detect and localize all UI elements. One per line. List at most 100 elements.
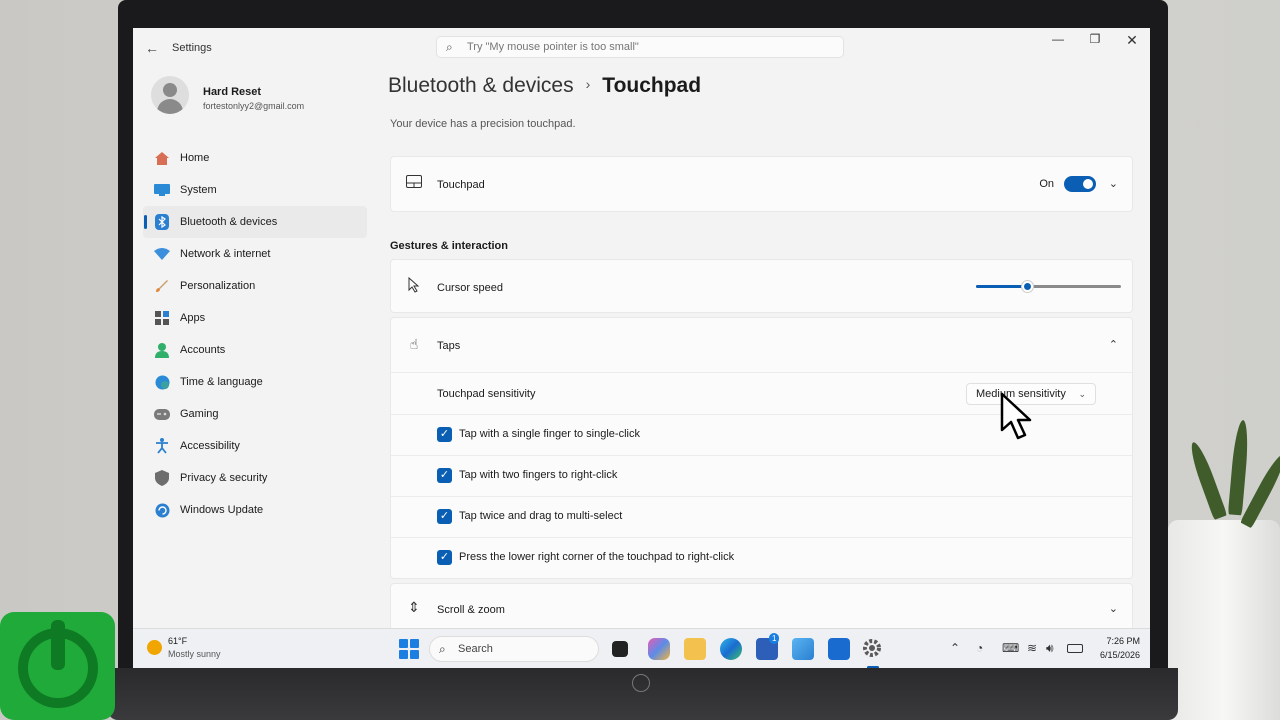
teams-badge: 1 (769, 633, 780, 644)
globe-icon (153, 374, 171, 390)
slider-fill (976, 285, 1027, 288)
settings-search-input[interactable]: ⌕ Try "My mouse pointer is too small" (436, 36, 844, 58)
taps-card: ☝ Taps ⌃ Touchpad sensitivity Medium sen… (390, 317, 1133, 579)
update-icon (153, 502, 171, 518)
sidebar-item-personalization[interactable]: Personalization (143, 270, 367, 302)
sidebar-item-bluetooth-devices[interactable]: Bluetooth & devices (143, 206, 367, 238)
network-tray-icon[interactable]: ◔ (976, 641, 983, 655)
tap-single-finger-checkbox[interactable]: ✓ (437, 427, 452, 442)
scroll-zoom-label: Scroll & zoom (437, 604, 505, 616)
battery-tray-icon[interactable] (1067, 644, 1083, 653)
cursor-speed-slider[interactable] (976, 280, 1121, 293)
lower-right-corner-checkbox[interactable]: ✓ (437, 550, 452, 565)
taskbar: 61°F Mostly sunny ⌕ Search 1 ⌃ ◔ ⌨ ≋ 🔊︎ … (133, 628, 1150, 668)
sidebar-item-label: Network & internet (180, 248, 271, 260)
wifi-tray-icon[interactable]: ≋ (1027, 641, 1037, 655)
breadcrumb-separator: › (585, 76, 591, 92)
edge-browser-icon[interactable] (720, 638, 742, 660)
sidebar-item-label: Windows Update (180, 504, 264, 516)
sidebar-item-label: Bluetooth & devices (180, 216, 278, 228)
touchpad-sensitivity-label: Touchpad sensitivity (437, 388, 536, 400)
page-subtitle: Your device has a precision touchpad. (390, 118, 576, 130)
app-title: Settings (172, 42, 212, 54)
back-arrow-icon[interactable]: ← (145, 40, 159, 56)
restore-icon[interactable]: ❐ (1080, 32, 1110, 46)
plant-pot (1168, 520, 1280, 720)
search-icon: ⌕ (446, 40, 453, 54)
slider-thumb[interactable] (1020, 280, 1034, 293)
volume-tray-icon[interactable]: 🔊︎ (1046, 641, 1054, 656)
chevron-down-icon[interactable]: ⌄ (1109, 602, 1118, 615)
close-icon[interactable]: ✕ (1117, 32, 1147, 49)
weather-description[interactable]: Mostly sunny (168, 649, 221, 659)
sidebar-item-time-language[interactable]: Time & language (143, 366, 367, 398)
chevron-down-icon[interactable]: ⌄ (1109, 177, 1118, 190)
avatar[interactable] (151, 76, 189, 114)
sidebar-nav: Home System Bluetooth & devices Network … (143, 142, 367, 526)
sidebar-item-apps[interactable]: Apps (143, 302, 367, 334)
home-icon (153, 150, 171, 166)
shield-icon (153, 470, 171, 486)
brush-icon (153, 278, 171, 294)
tap-gesture-icon: ☝ (409, 336, 419, 352)
chevron-up-icon[interactable]: ⌃ (1109, 338, 1118, 351)
taskbar-search[interactable]: ⌕ Search (429, 636, 599, 662)
sidebar-item-home[interactable]: Home (143, 142, 367, 174)
power-logo (0, 612, 115, 720)
tap-twice-drag-checkbox[interactable]: ✓ (437, 509, 452, 524)
search-icon: ⌕ (439, 642, 446, 656)
clock-time[interactable]: 7:26 PM (1090, 636, 1140, 646)
sidebar-item-privacy-security[interactable]: Privacy & security (143, 462, 367, 494)
settings-gear-icon[interactable] (862, 638, 884, 660)
copilot-icon[interactable] (648, 638, 670, 660)
accessibility-icon (153, 438, 171, 454)
scroll-icon: ⇕ (408, 599, 420, 615)
wifi-icon (153, 246, 171, 262)
touchpad-toggle[interactable] (1064, 176, 1096, 192)
file-explorer-icon[interactable] (684, 638, 706, 660)
start-windows-icon[interactable] (399, 639, 419, 659)
tap-single-finger-label: Tap with a single finger to single-click (459, 428, 640, 440)
outlook-icon[interactable] (828, 638, 850, 660)
keyboard-tray-icon[interactable]: ⌨ (1002, 641, 1019, 655)
touchpad-card[interactable]: Touchpad On ⌄ (390, 156, 1133, 212)
sidebar-item-label: System (180, 184, 217, 196)
sidebar-item-accessibility[interactable]: Accessibility (143, 430, 367, 462)
divider (391, 372, 1132, 373)
weather-temperature[interactable]: 61°F (168, 636, 187, 646)
weather-sun-icon[interactable] (147, 640, 162, 655)
touchpad-state-label: On (1039, 178, 1054, 190)
sidebar-item-label: Home (180, 152, 210, 164)
sidebar-item-network[interactable]: Network & internet (143, 238, 367, 270)
minimize-icon[interactable]: — (1043, 32, 1073, 46)
sidebar-item-system[interactable]: System (143, 174, 367, 206)
divider (391, 537, 1132, 538)
task-view-icon[interactable] (612, 641, 628, 657)
breadcrumb: Bluetooth & devices › Touchpad (388, 74, 701, 98)
taskbar-search-label: Search (458, 643, 493, 655)
sidebar-item-windows-update[interactable]: Windows Update (143, 494, 367, 526)
divider (391, 496, 1132, 497)
photos-icon[interactable] (792, 638, 814, 660)
sidebar-item-gaming[interactable]: Gaming (143, 398, 367, 430)
scroll-zoom-card[interactable]: ⇕ Scroll & zoom ⌄ (390, 583, 1133, 631)
taps-label[interactable]: Taps (437, 340, 460, 352)
tap-two-fingers-checkbox[interactable]: ✓ (437, 468, 452, 483)
sidebar-item-accounts[interactable]: Accounts (143, 334, 367, 366)
gestures-section-header: Gestures & interaction (390, 240, 508, 252)
sidebar-item-label: Privacy & security (180, 472, 268, 484)
page-title: Touchpad (602, 74, 702, 97)
chevron-up-icon[interactable]: ⌃ (950, 641, 960, 655)
divider (391, 455, 1132, 456)
profile-email: fortestonlyy2@gmail.com (203, 101, 305, 111)
clock-date[interactable]: 6/15/2026 (1090, 650, 1140, 660)
breadcrumb-parent[interactable]: Bluetooth & devices (388, 74, 574, 97)
teams-icon[interactable]: 1 (756, 633, 780, 660)
tap-twice-drag-label: Tap twice and drag to multi-select (459, 510, 623, 522)
accounts-icon (153, 342, 171, 358)
sidebar-item-label: Time & language (180, 376, 263, 388)
title-bar: ← Settings ⌕ Try "My mouse pointer is to… (133, 28, 1150, 66)
tap-two-fingers-label: Tap with two fingers to right-click (459, 469, 618, 481)
touchpad-icon (405, 175, 423, 191)
hp-logo (632, 674, 650, 692)
